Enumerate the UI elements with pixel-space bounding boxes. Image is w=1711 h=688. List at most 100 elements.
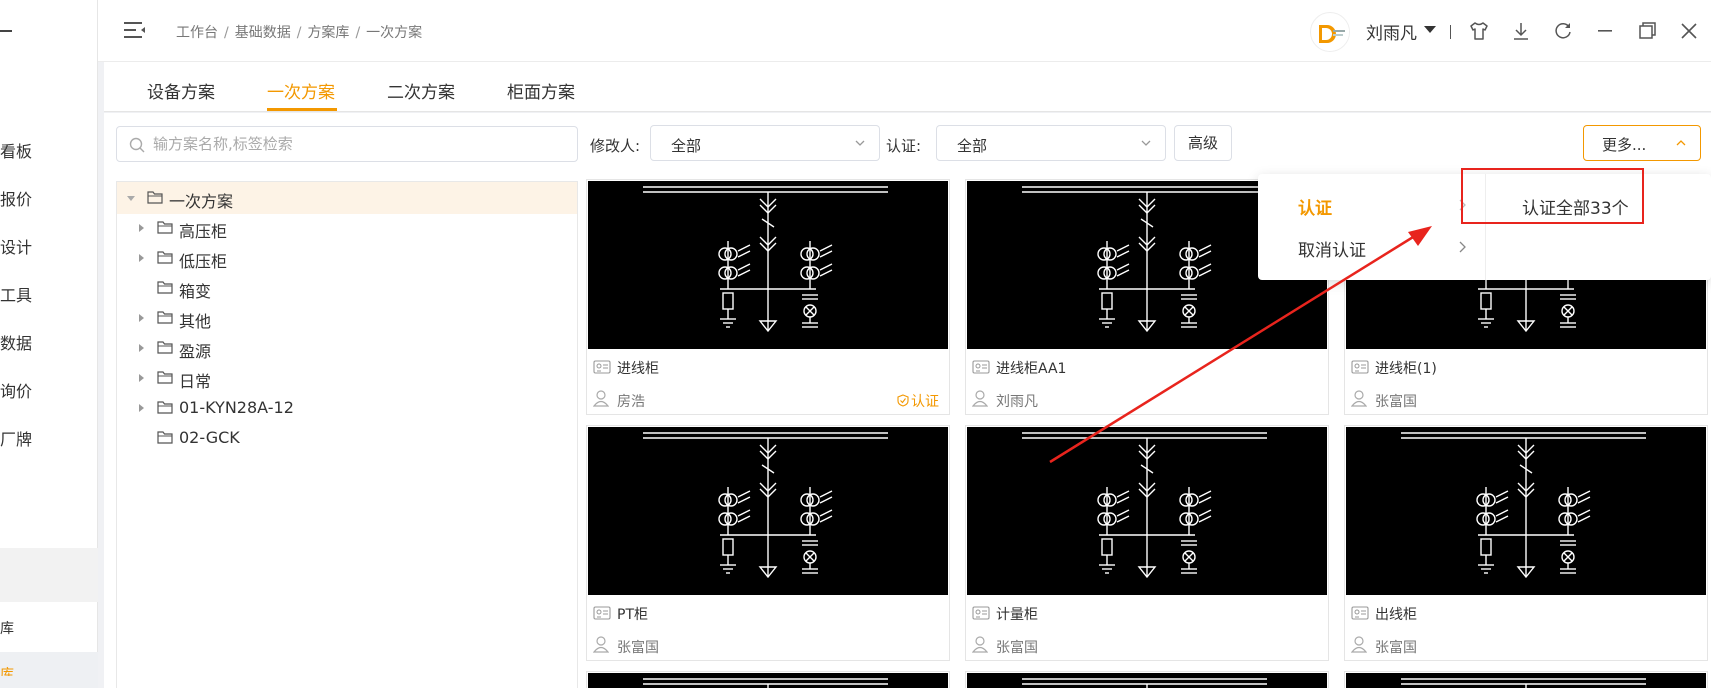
menu-item-certify[interactable]: 认证	[1258, 184, 1485, 226]
sidebar-subitem-active[interactable]	[0, 652, 98, 688]
scheme-name: 进线柜	[617, 361, 659, 377]
menu-collapse-icon[interactable]	[124, 20, 146, 40]
tree-node-box-transformer[interactable]: 箱变	[117, 272, 577, 304]
scheme-thumbnail	[967, 673, 1327, 688]
tab-equipment-scheme[interactable]: 设备方案	[147, 78, 215, 103]
single-line-diagram-icon	[643, 432, 888, 579]
scheme-card[interactable]: 出线柜 张富国	[1344, 425, 1708, 661]
user-icon	[1351, 636, 1367, 653]
tree-node-root[interactable]: 一次方案	[117, 182, 577, 214]
breadcrumb-item-scheme-library[interactable]: 方案库	[307, 25, 349, 41]
tree-node-yingyuan[interactable]: 盈源	[117, 332, 577, 364]
scheme-type-icon	[593, 360, 611, 374]
breadcrumb-item-workbench[interactable]: 工作台	[176, 25, 218, 41]
modifier-select-value: 全部	[671, 137, 702, 155]
tab-secondary-scheme[interactable]: 二次方案	[387, 78, 455, 103]
scheme-name: 进线柜AA1	[996, 361, 1067, 377]
single-line-diagram-icon	[1022, 678, 1267, 688]
folder-icon	[157, 281, 173, 294]
tree-expand-caret-icon[interactable]	[139, 404, 144, 412]
sidebar-item-data[interactable]: 数据	[0, 330, 32, 354]
tree-expand-caret-icon[interactable]	[139, 254, 144, 262]
scheme-thumbnail	[1346, 673, 1706, 688]
breadcrumb: 工作台 / 基础数据 / 方案库 / 一次方案	[176, 22, 422, 42]
sidebar-subitem-library[interactable]: 库	[0, 618, 14, 638]
scheme-owner: 张富国	[996, 640, 1038, 656]
skin-shirt-icon[interactable]	[1468, 20, 1490, 42]
scheme-thumbnail[interactable]	[967, 427, 1327, 595]
tree-collapse-caret-icon[interactable]	[127, 196, 135, 201]
tree-node-gck[interactable]: 02-GCK	[117, 422, 577, 454]
close-icon[interactable]	[1678, 20, 1700, 42]
cert-select[interactable]: 全部	[936, 125, 1166, 161]
tree-node-label: 02-GCK	[179, 428, 240, 447]
menu-item-uncertify[interactable]: 取消认证	[1258, 226, 1485, 268]
breadcrumb-item-current: 一次方案	[366, 25, 423, 41]
tree-node-label: 01-KYN28A-12	[179, 398, 294, 417]
chevron-down-icon	[1141, 140, 1151, 146]
sidebar-item-quote[interactable]: 报价	[0, 186, 32, 210]
certified-label: 认证	[911, 394, 939, 410]
menu-item-label: 取消认证	[1298, 241, 1366, 261]
single-line-diagram-icon	[1401, 678, 1646, 688]
tree-expand-caret-icon[interactable]	[139, 344, 144, 352]
scheme-card[interactable]: PT柜 张富国	[586, 425, 950, 661]
tree-node-label: 日常	[179, 372, 212, 391]
scheme-card-partial[interactable]	[965, 671, 1329, 688]
tab-bar: 设备方案 一次方案 二次方案 柜面方案	[104, 62, 1711, 112]
scheme-card-partial[interactable]	[1344, 671, 1708, 688]
search-box[interactable]	[116, 126, 578, 162]
sidebar-item-tools[interactable]: 工具	[0, 282, 32, 306]
search-input[interactable]	[153, 127, 568, 161]
chevron-down-icon	[855, 140, 865, 146]
download-icon[interactable]	[1510, 20, 1532, 42]
sidebar-item-dashboard[interactable]: 看板	[0, 138, 32, 162]
advanced-filter-button[interactable]: 高级	[1174, 125, 1232, 161]
scheme-card[interactable]: 计量柜 张富国	[965, 425, 1329, 661]
scheme-thumbnail[interactable]	[1346, 427, 1706, 595]
restore-window-icon[interactable]	[1636, 20, 1658, 42]
company-logo-icon	[1312, 14, 1349, 51]
scheme-owner: 刘雨凡	[996, 394, 1038, 410]
scheme-thumbnail[interactable]	[588, 427, 948, 595]
tab-cabinet-face-scheme[interactable]: 柜面方案	[507, 78, 575, 103]
chevron-right-icon	[1459, 241, 1466, 253]
tree-node-other[interactable]: 其他	[117, 302, 577, 334]
user-icon	[593, 390, 609, 407]
scheme-owner: 房浩	[617, 394, 645, 410]
tree-node-high-voltage[interactable]: 高压柜	[117, 212, 577, 244]
scheme-card-partial[interactable]	[586, 671, 950, 688]
tree-node-label: 盈源	[179, 342, 212, 361]
cert-select-value: 全部	[957, 137, 988, 155]
tree-node-daily[interactable]: 日常	[117, 362, 577, 394]
more-actions-button[interactable]: 更多...	[1583, 125, 1701, 161]
single-line-diagram-icon	[1022, 432, 1267, 579]
sidebar-item-inquiry[interactable]: 询价	[0, 378, 32, 402]
user-icon	[593, 636, 609, 653]
scheme-type-icon	[972, 606, 990, 620]
tree-node-label: 其他	[179, 312, 212, 331]
scheme-card[interactable]: 进线柜 房浩 认证	[586, 179, 950, 415]
refresh-icon[interactable]	[1552, 20, 1574, 42]
breadcrumb-item-basic-data[interactable]: 基础数据	[235, 25, 291, 41]
tree-node-label: 高压柜	[179, 222, 228, 241]
modifier-select[interactable]: 全部	[650, 125, 880, 161]
tab-primary-scheme[interactable]: 一次方案	[267, 78, 335, 103]
tree-node-label: 一次方案	[169, 192, 234, 211]
avatar[interactable]	[1310, 12, 1350, 52]
user-menu-caret-icon[interactable]	[1424, 26, 1436, 33]
scheme-owner: 张富国	[1375, 640, 1417, 656]
single-line-diagram-icon	[1401, 432, 1646, 579]
sidebar-item-design[interactable]: 设计	[0, 234, 32, 258]
tree-expand-caret-icon[interactable]	[139, 374, 144, 382]
sidebar-item-brand[interactable]: 厂牌	[0, 426, 32, 450]
scheme-thumbnail[interactable]	[588, 181, 948, 349]
minimize-icon[interactable]	[1594, 20, 1616, 42]
annotation-highlight-box	[1461, 168, 1644, 224]
tree-expand-caret-icon[interactable]	[139, 314, 144, 322]
tree-expand-caret-icon[interactable]	[139, 224, 144, 232]
toolbar-divider	[1450, 25, 1451, 39]
user-name[interactable]: 刘雨凡	[1366, 19, 1417, 44]
tree-node-kyn28a[interactable]: 01-KYN28A-12	[117, 392, 577, 424]
tree-node-low-voltage[interactable]: 低压柜	[117, 242, 577, 274]
